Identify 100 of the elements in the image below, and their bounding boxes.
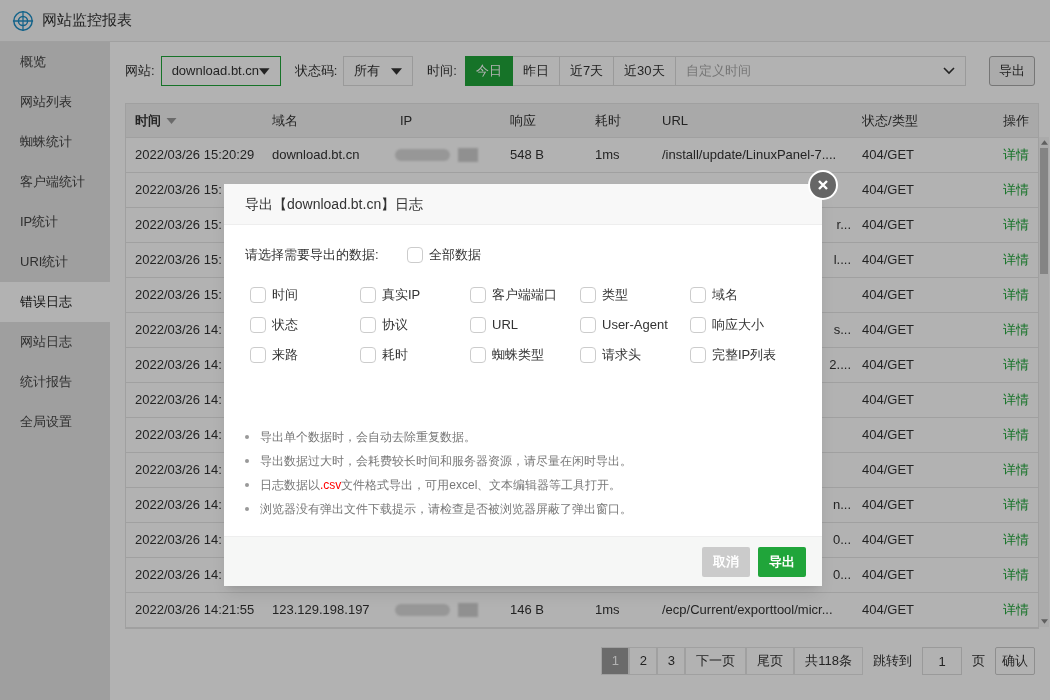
scroll-down-arrow-icon[interactable] [1040, 619, 1048, 624]
column-header[interactable]: 时间 [126, 104, 263, 137]
time-range-tab[interactable]: 今日 [464, 56, 513, 86]
checkbox-label: 类型 [602, 286, 628, 305]
table-cell-text: 2022/03/26 14: [135, 461, 222, 480]
details-link[interactable]: 详情 [1003, 565, 1029, 585]
details-link[interactable]: 详情 [1003, 355, 1029, 375]
checkbox[interactable] [690, 317, 706, 333]
confirm-button[interactable]: 确认 [995, 647, 1035, 675]
checkbox-label: 协议 [382, 316, 408, 335]
checkbox-label: 真实IP [382, 286, 421, 305]
site-select[interactable]: download.bt.cn [160, 56, 281, 86]
dialog-title: 导出【download.bt.cn】日志 [245, 194, 424, 214]
table-cell-text: l.... [833, 251, 851, 270]
checkbox-label: 耗时 [382, 346, 408, 365]
table-cell-text: 2022/03/26 15:20:29 [135, 146, 255, 165]
checkbox-label: 域名 [712, 286, 738, 305]
table-cell-text: 548 B [509, 146, 545, 165]
checkbox[interactable] [580, 317, 596, 333]
export-confirm-button[interactable]: 导出 [758, 546, 806, 577]
scrollbar-thumb[interactable] [1040, 148, 1048, 274]
checkbox[interactable] [360, 347, 376, 363]
checkbox[interactable] [360, 287, 376, 303]
details-link[interactable]: 详情 [1003, 495, 1029, 515]
time-range-tab[interactable]: 近7天 [559, 56, 615, 86]
details-link[interactable]: 详情 [1003, 460, 1029, 480]
details-link[interactable]: 详情 [1003, 425, 1029, 445]
sidebar-item[interactable]: 错误日志 [0, 282, 110, 322]
checkbox[interactable] [580, 347, 596, 363]
checkbox-label: User-Agent [602, 316, 668, 335]
checkbox[interactable] [690, 287, 706, 303]
checkbox[interactable] [360, 317, 376, 333]
details-link[interactable]: 详情 [1003, 390, 1029, 410]
status-code-label: 状态码: [294, 62, 338, 81]
checkbox[interactable] [470, 287, 486, 303]
details-link[interactable]: 详情 [1003, 180, 1029, 200]
checkbox[interactable] [406, 247, 423, 263]
scroll-up-arrow-icon[interactable] [1040, 140, 1048, 145]
checkbox-label: 时间 [272, 286, 298, 305]
checkbox[interactable] [690, 347, 706, 363]
table-cell-text: 123.129.198.197 [271, 601, 371, 620]
column-header[interactable]: IP [391, 104, 501, 137]
checkbox[interactable] [250, 287, 266, 303]
export-button[interactable]: 导出 [988, 56, 1035, 86]
table-cell-text: s... [833, 321, 851, 340]
column-header[interactable]: 响应 [501, 104, 586, 137]
checkbox[interactable] [470, 317, 486, 333]
crosshair-logo-icon [12, 9, 34, 32]
checkbox-label: 全部数据 [428, 246, 481, 265]
checkbox-label: 来路 [272, 346, 298, 365]
page-unit: 页 [972, 652, 985, 671]
column-header[interactable]: 域名 [263, 104, 391, 137]
table-cell-text: 404/GET [861, 251, 916, 270]
details-link[interactable]: 详情 [1003, 250, 1029, 270]
table-cell-text: 404/GET [861, 391, 916, 410]
details-link[interactable]: 详情 [1003, 285, 1029, 305]
checkbox[interactable] [470, 347, 486, 363]
table-cell-text: n... [832, 496, 851, 515]
checkbox-label: 蜘蛛类型 [492, 346, 544, 365]
table-cell-text: 2.... [829, 356, 851, 375]
close-button[interactable] [808, 170, 838, 200]
time-range-tab[interactable]: 昨日 [512, 56, 560, 86]
details-link[interactable]: 详情 [1003, 145, 1029, 165]
table-cell-text: 404/GET [861, 356, 916, 375]
details-link[interactable]: 详情 [1003, 530, 1029, 550]
page-button[interactable]: 2 [629, 647, 658, 675]
table-cell-text: r... [836, 216, 851, 235]
table-cell-text: 0... [832, 531, 851, 550]
checkbox[interactable] [250, 317, 266, 333]
table-cell-text: /ecp/Current/exporttool/micr... [661, 601, 834, 620]
table-cell-text: 404/GET [861, 216, 916, 235]
column-header[interactable]: URL [653, 104, 853, 137]
column-header[interactable]: 操作 [961, 104, 1038, 137]
bullet-icon [245, 483, 249, 487]
next-page-button[interactable]: 下一页 [685, 647, 747, 675]
checkbox-label: 状态 [272, 316, 298, 335]
table-cell-text: 2022/03/26 14: [135, 321, 222, 340]
time-range-tab[interactable]: 近30天 [614, 56, 676, 86]
checkbox-label: 响应大小 [712, 316, 764, 335]
table-cell-text: 2022/03/26 15: [135, 286, 222, 305]
table-cell-text: 404/GET [861, 146, 916, 165]
details-link[interactable]: 详情 [1003, 215, 1029, 235]
page-input[interactable]: 1 [922, 647, 962, 675]
close-icon [817, 179, 829, 191]
details-link[interactable]: 详情 [1003, 320, 1029, 340]
note-text: 日志数据以.csv文件格式导出，可用excel、文本编辑器等工具打开。 [260, 477, 622, 494]
checkbox[interactable] [580, 287, 596, 303]
details-link[interactable]: 详情 [1003, 600, 1029, 620]
checkbox[interactable] [250, 347, 266, 363]
site-label: 网站: [125, 62, 155, 81]
column-header[interactable]: 状态/类型 [853, 104, 961, 137]
last-page-button[interactable]: 尾页 [746, 647, 795, 675]
checkbox-label: URL [492, 316, 518, 335]
status-code-select[interactable]: 所有 [343, 56, 414, 86]
page-button[interactable]: 3 [657, 647, 686, 675]
note-text: 导出单个数据时，会自动去除重复数据。 [260, 429, 476, 446]
column-header[interactable]: 耗时 [586, 104, 653, 137]
scrollbar[interactable] [1039, 137, 1049, 627]
checkbox-label: 客户端端口 [492, 286, 557, 305]
table-cell-text: 2022/03/26 14: [135, 426, 222, 445]
